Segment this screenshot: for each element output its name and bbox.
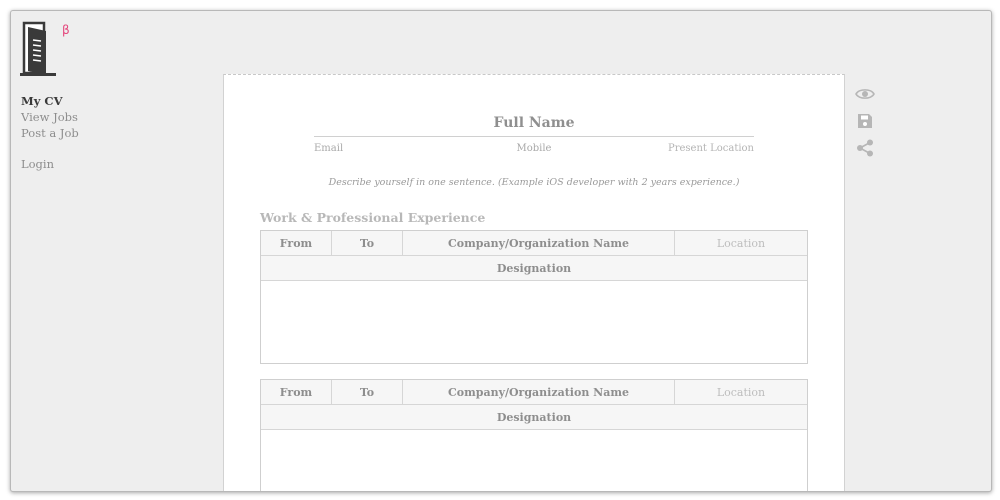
description-area[interactable] (261, 430, 807, 491)
to-field[interactable]: To (332, 380, 403, 404)
eye-icon[interactable] (854, 83, 876, 105)
from-field[interactable]: From (261, 231, 332, 255)
nav-item-login[interactable]: Login (21, 156, 79, 172)
cv-document: Full Name Email Mobile Present Location … (223, 74, 845, 491)
summary-field[interactable]: Describe yourself in one sentence. (Exam… (262, 177, 806, 188)
nav-item-my-cv[interactable]: My CV (21, 93, 79, 109)
description-area[interactable] (261, 281, 807, 363)
cv-toolbar (854, 83, 876, 164)
designation-field[interactable]: Designation (261, 256, 807, 281)
share-icon[interactable] (854, 137, 876, 159)
sidebar-nav: My CV View Jobs Post a Job Login (21, 93, 79, 172)
section-title: Work & Professional Experience (260, 210, 486, 225)
experience-entry: From To Company/Organization Name Locati… (260, 230, 808, 364)
beta-badge: β (62, 23, 70, 37)
nav-item-view-jobs[interactable]: View Jobs (21, 109, 79, 125)
full-name-field[interactable]: Full Name (314, 115, 754, 131)
name-divider (314, 136, 754, 137)
location-field[interactable]: Location (675, 380, 807, 404)
designation-field[interactable]: Designation (261, 405, 807, 430)
experience-header-row: From To Company/Organization Name Locati… (261, 380, 807, 405)
location-field[interactable]: Location (675, 231, 807, 255)
experience-entry: From To Company/Organization Name Locati… (260, 379, 808, 491)
save-icon[interactable] (854, 110, 876, 132)
company-field[interactable]: Company/Organization Name (403, 380, 675, 404)
app-window: β My CV View Jobs Post a Job Login Full … (10, 10, 992, 492)
experience-header-row: From To Company/Organization Name Locati… (261, 231, 807, 256)
to-field[interactable]: To (332, 231, 403, 255)
present-location-field[interactable]: Present Location (668, 143, 754, 154)
from-field[interactable]: From (261, 380, 332, 404)
contact-row: Email Mobile Present Location (314, 143, 754, 157)
nav-item-post-a-job[interactable]: Post a Job (21, 125, 79, 141)
company-field[interactable]: Company/Organization Name (403, 231, 675, 255)
